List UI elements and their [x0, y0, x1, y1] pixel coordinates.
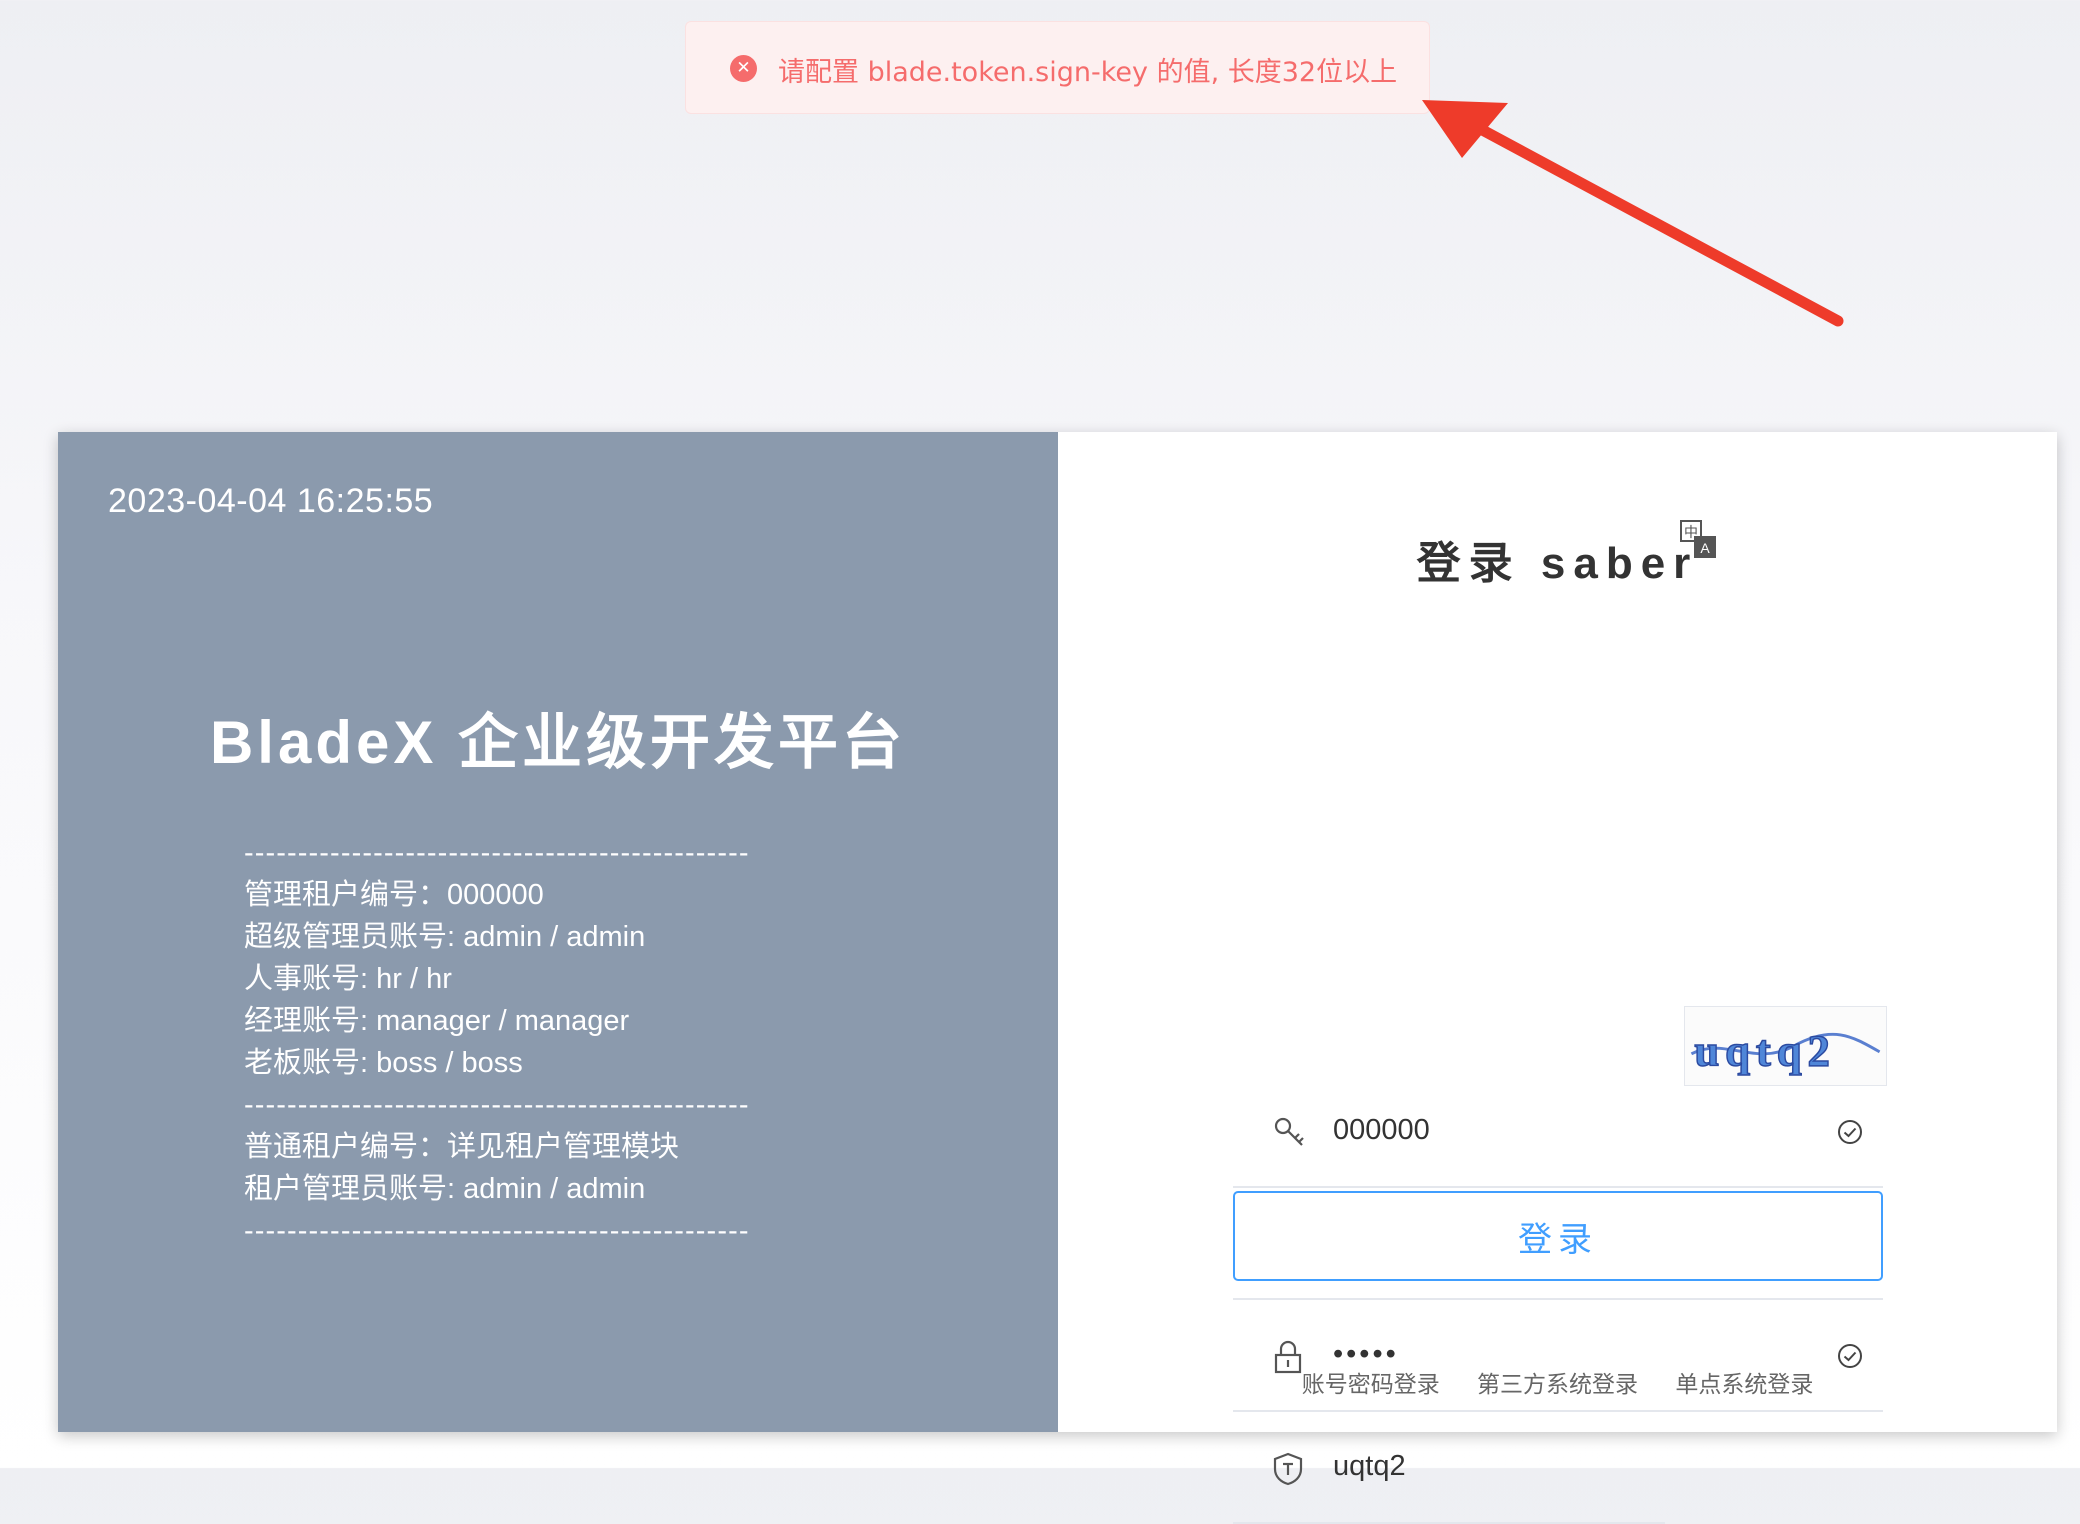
key-icon — [1274, 1117, 1304, 1146]
info-line: 人事账号: hr / hr — [244, 963, 452, 995]
login-card: 2023-04-04 16:25:55 BladeX 企业级开发平台 -----… — [58, 432, 2057, 1524]
platform-title: BladeX 企业级开发平台 — [209, 709, 907, 776]
error-circle-icon: ✕ — [730, 55, 757, 82]
check-circle-icon — [1838, 1120, 1862, 1144]
info-line: 经理账号: manager / manager — [244, 1005, 630, 1037]
login-title: 登录 saber — [1416, 539, 1699, 588]
shield-icon — [1273, 1452, 1303, 1486]
captcha-field[interactable]: uqtq2 — [1233, 1412, 1665, 1524]
demo-accounts: ----------------------------------------… — [244, 832, 874, 1252]
info-panel: 2023-04-04 16:25:55 BladeX 企业级开发平台 -----… — [58, 432, 1058, 1432]
tab-account-password-login[interactable]: 账号密码登录 — [1302, 1372, 1440, 1398]
captcha-input[interactable]: uqtq2 — [1333, 1450, 1406, 1483]
separator: ----------------------------------------… — [244, 1215, 750, 1247]
tenant-field[interactable]: 000000 — [1233, 1076, 1883, 1188]
tenant-input[interactable]: 000000 — [1333, 1114, 1430, 1147]
captcha-image[interactable]: uqtq2 — [1684, 1006, 1887, 1086]
login-button[interactable]: 登录 — [1233, 1191, 1883, 1281]
alert-message: 请配置 blade.token.sign-key 的值, 长度32位以上 — [778, 57, 1398, 88]
tab-third-party-login[interactable]: 第三方系统登录 — [1477, 1372, 1638, 1398]
info-line: 管理租户编号：000000 — [244, 879, 544, 911]
info-line: 超级管理员账号: admin / admin — [244, 921, 646, 953]
translate-icon[interactable]: 中 A — [1680, 520, 1718, 560]
login-form-panel: 登录 saber 中 A 000000 ••••• uqtq2 uqtq2 登录… — [1058, 432, 2057, 1524]
svg-text:uqtq2: uqtq2 — [1694, 1026, 1835, 1076]
separator: ----------------------------------------… — [244, 837, 750, 869]
tab-sso-login[interactable]: 单点系统登录 — [1675, 1372, 1813, 1398]
svg-text:A: A — [1700, 540, 1710, 556]
info-line: 租户管理员账号: admin / admin — [244, 1173, 646, 1205]
info-line: 普通租户编号：详见租户管理模块 — [244, 1131, 680, 1163]
error-alert: ✕ 请配置 blade.token.sign-key 的值, 长度32位以上 — [685, 21, 1430, 114]
separator: ----------------------------------------… — [244, 1089, 750, 1121]
datetime: 2023-04-04 16:25:55 — [108, 482, 434, 520]
info-line: 老板账号: boss / boss — [244, 1047, 523, 1079]
login-method-tabs: 账号密码登录 第三方系统登录 单点系统登录 — [1058, 1365, 2057, 1399]
